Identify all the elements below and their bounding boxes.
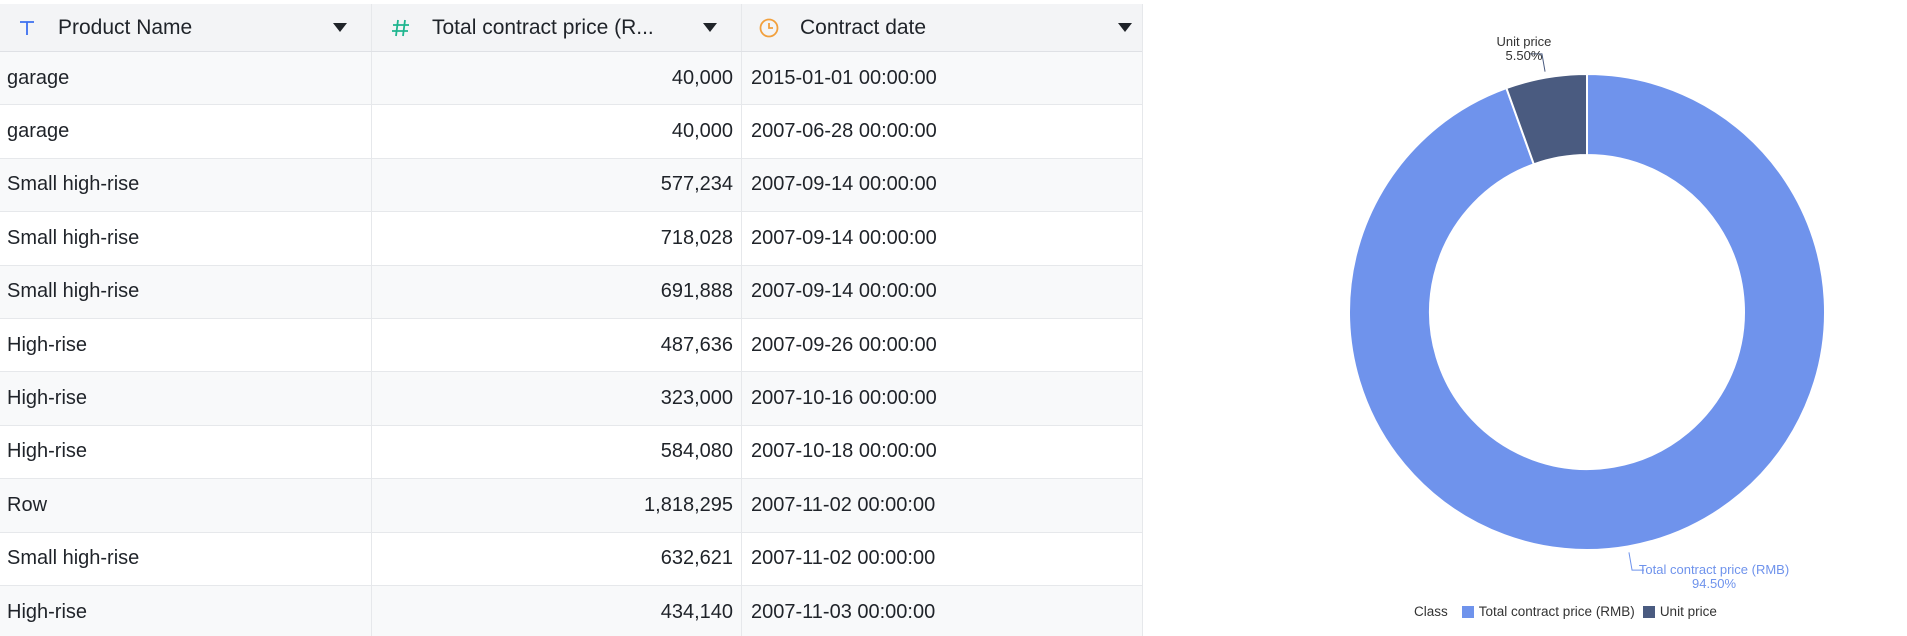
table-body: garage 40,000 2015-01-01 00:00:00 garage 40,… [0,52,1142,636]
legend-swatch [1642,605,1655,618]
column-header-label: Total contract price (R... [432,15,654,39]
legend-swatch [1461,605,1474,618]
table-row[interactable]: Row 1,818,295 2007-11-02 00:00:00 [0,479,1142,533]
column-header-total-contract-price[interactable]: Total contract price (R... [372,4,742,51]
number-type-icon [390,17,412,39]
table-row[interactable]: garage 40,000 2015-01-01 00:00:00 [0,52,1142,106]
cell-contract-date[interactable]: 2007-11-03 00:00:00 [742,586,1142,636]
table-row[interactable]: High-rise 584,080 2007-10-18 00:00:00 [0,425,1142,480]
cell-contract-date[interactable]: 2007-09-14 00:00:00 [742,266,1142,318]
cell-total-contract-price[interactable]: 718,028 [372,212,742,265]
cell-total-contract-price[interactable]: 632,621 [372,532,742,585]
data-table: Product Name Total contract price (R... … [0,4,1143,636]
cell-contract-date[interactable]: 2007-09-14 00:00:00 [742,212,1142,264]
slice-name-label: Total contract price (RMB) [1639,562,1789,577]
table-row[interactable]: High-rise 323,000 2007-10-16 00:00:00 [0,372,1142,426]
legend-item-total-contract-price[interactable]: Total contract price (RMB) [1461,604,1635,619]
cell-total-contract-price[interactable]: 40,000 [372,105,742,158]
cell-contract-date[interactable]: 2007-10-16 00:00:00 [742,372,1142,424]
table-row[interactable]: Small high-rise 632,621 2007-11-02 00:00:0… [0,532,1142,586]
chevron-down-icon[interactable] [703,23,717,32]
cell-product-name[interactable]: garage [0,105,372,158]
chevron-down-icon[interactable] [333,23,347,32]
table-row[interactable]: Small high-rise 718,028 2007-09-14 00:00:0… [0,212,1142,266]
column-header-label: Product Name [58,15,193,39]
chevron-down-icon[interactable] [1118,23,1132,32]
legend-label: Total contract price (RMB) [1478,604,1635,619]
table-row[interactable]: High-rise 434,140 2007-11-03 00:00:00 [0,585,1142,636]
cell-total-contract-price[interactable]: 691,888 [372,265,742,318]
chart-legend: Class Total contract price (RMB) Unit pr… [1414,604,1725,619]
cell-contract-date[interactable]: 2007-11-02 00:00:00 [742,479,1142,531]
table-row[interactable]: Small high-rise 577,234 2007-09-14 00:00:0… [0,158,1142,213]
cell-total-contract-price[interactable]: 323,000 [372,372,742,425]
cell-product-name[interactable]: High-rise [0,585,372,636]
cell-product-name[interactable]: High-rise [0,318,372,372]
cell-contract-date[interactable]: 2007-06-28 00:00:00 [742,105,1142,157]
cell-total-contract-price[interactable]: 434,140 [372,585,742,636]
cell-contract-date[interactable]: 2015-01-01 00:00:00 [742,52,1142,104]
slice-name-label: Unit price [1496,34,1551,49]
legend-title: Class [1414,604,1448,619]
cell-contract-date[interactable]: 2007-09-14 00:00:00 [742,159,1142,211]
cell-contract-date[interactable]: 2007-09-26 00:00:00 [742,319,1142,371]
cell-total-contract-price[interactable]: 584,080 [372,425,742,479]
cell-product-name[interactable]: Small high-rise [0,532,372,585]
table-row[interactable]: High-rise 487,636 2007-09-26 00:00:00 [0,318,1142,373]
slice-percent-label: 94.50% [1692,576,1737,591]
cell-total-contract-price[interactable]: 577,234 [372,158,742,212]
column-header-label: Contract date [800,15,927,39]
table-header-row: Product Name Total contract price (R... … [0,4,1142,52]
cell-product-name[interactable]: Small high-rise [0,158,372,212]
cell-contract-date[interactable]: 2007-11-02 00:00:00 [742,533,1142,585]
cell-product-name[interactable]: Small high-rise [0,265,372,318]
cell-total-contract-price[interactable]: 487,636 [372,318,742,372]
legend-label: Unit price [1659,604,1717,619]
cell-product-name[interactable]: High-rise [0,372,372,425]
table-row[interactable]: Small high-rise 691,888 2007-09-14 00:00:0… [0,265,1142,319]
cell-total-contract-price[interactable]: 1,818,295 [372,479,742,532]
cell-product-name[interactable]: garage [0,52,372,105]
cell-total-contract-price[interactable]: 40,000 [372,52,742,105]
cell-contract-date[interactable]: 2007-10-18 00:00:00 [742,426,1142,478]
table-row[interactable]: garage 40,000 2007-06-28 00:00:00 [0,105,1142,159]
date-type-icon [758,17,780,39]
column-header-contract-date[interactable]: Contract date [742,4,1142,51]
legend-item-unit-price[interactable]: Unit price [1642,604,1717,619]
text-type-icon [16,17,38,39]
cell-product-name[interactable]: High-rise [0,425,372,479]
slice-percent-label: 5.50% [1506,48,1543,63]
column-header-product-name[interactable]: Product Name [0,4,372,51]
cell-product-name[interactable]: Row [0,479,372,532]
cell-product-name[interactable]: Small high-rise [0,212,372,265]
donut-chart: Total contract price (RMB)94.50% Unit pri… [1348,34,1826,591]
